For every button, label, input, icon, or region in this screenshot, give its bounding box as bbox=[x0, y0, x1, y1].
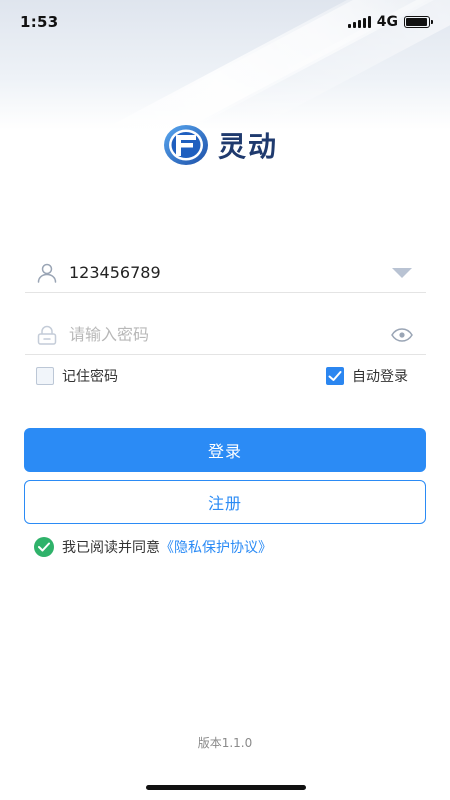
privacy-policy-link[interactable]: 《隐私保护协议》 bbox=[160, 537, 272, 557]
remember-password-toggle[interactable]: 记住密码 bbox=[36, 366, 118, 386]
password-input[interactable] bbox=[69, 325, 390, 344]
user-icon bbox=[37, 263, 57, 283]
eye-icon bbox=[391, 327, 413, 342]
agreement-row: 我已阅读并同意 《隐私保护协议》 bbox=[34, 537, 272, 557]
home-indicator bbox=[146, 785, 306, 790]
checkmark-icon bbox=[328, 371, 342, 381]
username-field[interactable] bbox=[25, 253, 426, 293]
register-button[interactable]: 注册 bbox=[24, 480, 426, 524]
status-bar: 1:53 4G bbox=[0, 0, 450, 44]
auto-login-toggle[interactable]: 自动登录 bbox=[326, 366, 408, 386]
password-field[interactable] bbox=[25, 315, 426, 355]
battery-level bbox=[406, 18, 427, 26]
username-dropdown-button[interactable] bbox=[390, 261, 414, 285]
network-type: 4G bbox=[376, 14, 398, 30]
auto-login-label: 自动登录 bbox=[352, 369, 408, 385]
agreement-checkbox[interactable] bbox=[34, 537, 54, 557]
username-input[interactable] bbox=[69, 263, 390, 282]
signal-icon bbox=[347, 16, 371, 28]
lock-icon bbox=[37, 325, 57, 345]
status-time: 1:53 bbox=[20, 13, 59, 31]
app-version: 版本1.1.0 bbox=[197, 736, 253, 750]
remember-password-checkbox[interactable] bbox=[36, 367, 54, 385]
remember-password-label: 记住密码 bbox=[62, 369, 118, 385]
brand-logo: 灵动 bbox=[162, 122, 278, 168]
status-indicators: 4G bbox=[347, 14, 433, 30]
auto-login-checkbox[interactable] bbox=[326, 367, 344, 385]
login-button[interactable]: 登录 bbox=[24, 428, 426, 472]
dropdown-triangle-icon bbox=[392, 267, 412, 278]
lingdong-logo-icon bbox=[164, 125, 208, 165]
brand-name: 灵动 bbox=[218, 130, 279, 163]
toggle-password-visibility-button[interactable] bbox=[390, 323, 414, 347]
checkmark-icon bbox=[38, 542, 50, 552]
battery-icon bbox=[404, 16, 433, 28]
agreement-text: 我已阅读并同意 bbox=[62, 540, 160, 556]
